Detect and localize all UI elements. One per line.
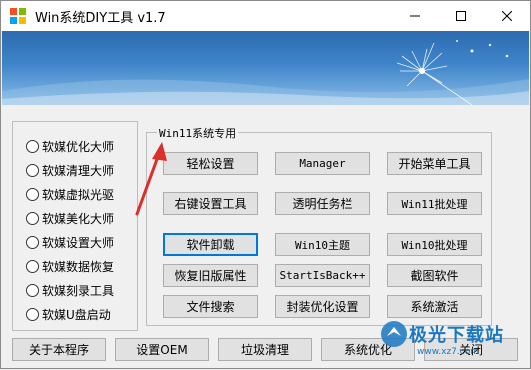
radio-circle[interactable] bbox=[26, 163, 39, 177]
screenshot-software-button[interactable]: 截图软件 bbox=[387, 264, 482, 287]
win11-group-label: Win11系统专用 bbox=[157, 125, 239, 141]
watermark: 极光下载站 bbox=[379, 319, 504, 349]
about-button[interactable]: 关于本程序 bbox=[12, 338, 106, 361]
window-title: Win系统DIY工具 v1.7 bbox=[35, 10, 166, 26]
context-menu-settings-button[interactable]: 右键设置工具 bbox=[163, 192, 258, 215]
app-window: Win系统DIY工具 v1.7 软媒优化大师 软媒清理大师 软媒虚拟光驱 软媒美… bbox=[0, 0, 531, 369]
minimize-icon bbox=[410, 15, 420, 17]
uninstall-software-button[interactable]: 软件卸载 bbox=[163, 233, 258, 256]
start-menu-tool-button[interactable]: 开始菜单工具 bbox=[387, 152, 482, 175]
radio-circle[interactable] bbox=[26, 235, 39, 249]
easy-settings-button[interactable]: 轻松设置 bbox=[163, 152, 258, 175]
oem-settings-button[interactable]: 设置OEM bbox=[115, 338, 209, 361]
restore-old-properties-button[interactable]: 恢复旧版属性 bbox=[163, 264, 258, 287]
radio-circle[interactable] bbox=[26, 211, 39, 225]
maximize-button[interactable] bbox=[438, 1, 484, 31]
radio-circle[interactable] bbox=[26, 187, 39, 201]
radio-label: 软媒清理大师 bbox=[42, 163, 115, 178]
radio-label: 软媒刻录工具 bbox=[42, 283, 115, 298]
radio-huifu[interactable]: 软媒数据恢复 bbox=[26, 258, 114, 274]
radio-circle[interactable] bbox=[26, 307, 39, 321]
radio-label: 软媒美化大师 bbox=[42, 211, 115, 226]
win11-batch-button[interactable]: Win11批处理 bbox=[387, 192, 482, 215]
maximize-icon bbox=[456, 11, 466, 21]
watermark-logo-icon bbox=[381, 321, 407, 347]
radio-label: 软媒U盘启动 bbox=[42, 307, 111, 322]
dandelion-banner-image bbox=[2, 40, 529, 105]
watermark-text: 极光下载站 bbox=[409, 325, 504, 346]
minimize-button[interactable] bbox=[392, 1, 438, 31]
close-window-button[interactable] bbox=[484, 1, 530, 31]
title-bar: Win系统DIY工具 v1.7 bbox=[1, 1, 530, 31]
radio-upan[interactable]: 软媒U盘启动 bbox=[26, 306, 111, 322]
radio-circle[interactable] bbox=[26, 139, 39, 153]
file-search-button[interactable]: 文件搜索 bbox=[163, 295, 258, 318]
radio-shezhi[interactable]: 软媒设置大师 bbox=[26, 234, 114, 250]
junk-clean-button[interactable]: 垃圾清理 bbox=[218, 338, 312, 361]
package-optimize-settings-button[interactable]: 封装优化设置 bbox=[275, 295, 370, 318]
radio-label: 软媒数据恢复 bbox=[42, 259, 115, 274]
radio-xuni[interactable]: 软媒虚拟光驱 bbox=[26, 186, 114, 202]
radio-youhua[interactable]: 软媒优化大师 bbox=[26, 138, 114, 154]
close-icon bbox=[502, 11, 512, 21]
manager-button[interactable]: Manager bbox=[275, 152, 370, 175]
radio-label: 软媒优化大师 bbox=[42, 139, 115, 154]
watermark-url: www.xz7.com bbox=[417, 347, 479, 357]
radio-circle[interactable] bbox=[26, 283, 39, 297]
startisback-button[interactable]: StartIsBack++ bbox=[275, 264, 370, 287]
radio-label: 软媒虚拟光驱 bbox=[42, 187, 115, 202]
transparent-taskbar-button[interactable]: 透明任务栏 bbox=[275, 192, 370, 215]
app-icon bbox=[10, 8, 26, 24]
radio-label: 软媒设置大师 bbox=[42, 235, 115, 250]
radio-meihua[interactable]: 软媒美化大师 bbox=[26, 210, 114, 226]
radio-circle[interactable] bbox=[26, 259, 39, 273]
system-activation-button[interactable]: 系统激活 bbox=[387, 295, 482, 318]
radio-kelu[interactable]: 软媒刻录工具 bbox=[26, 282, 114, 298]
win10-theme-button[interactable]: Win10主题 bbox=[275, 233, 370, 256]
win10-batch-button[interactable]: Win10批处理 bbox=[387, 233, 482, 256]
radio-qingli[interactable]: 软媒清理大师 bbox=[26, 162, 114, 178]
header-banner bbox=[2, 31, 529, 105]
